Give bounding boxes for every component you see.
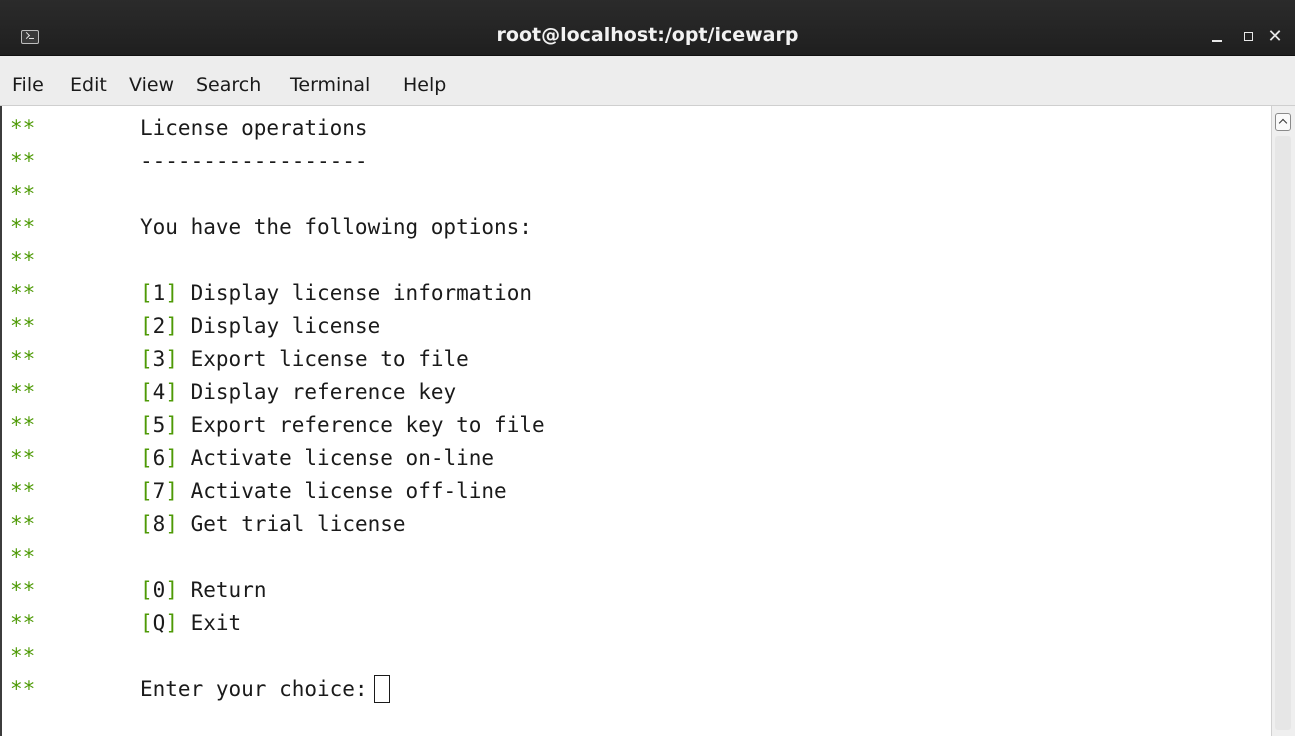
scroll-up-icon[interactable] [1275, 113, 1291, 131]
maximize-icon [1244, 32, 1253, 41]
menu-option: [2] Display license [140, 310, 380, 343]
bracket-close: ] [165, 347, 178, 371]
line-prefix: ** [10, 611, 36, 635]
option-label: Return [190, 578, 267, 602]
terminal-text: You have the following options: [140, 211, 532, 244]
option-key: 5 [152, 413, 166, 437]
terminal-text: License operations [140, 112, 368, 145]
line-text: License operations [140, 116, 368, 140]
line-prefix: ** [10, 413, 36, 437]
bracket-open: [ [140, 413, 153, 437]
text-cursor[interactable] [373, 675, 390, 703]
minimize-button[interactable] [1206, 26, 1228, 48]
line-prefix: ** [10, 644, 36, 668]
bracket-close: ] [165, 578, 178, 602]
menu-option: [1] Display license information [140, 277, 532, 310]
line-text: You have the following options: [140, 215, 532, 239]
bracket-close: ] [165, 479, 178, 503]
bracket-close: ] [165, 380, 178, 404]
option-key: 3 [152, 347, 166, 371]
line-prefix: ** [10, 578, 36, 602]
terminal-text: ------------------ [140, 145, 368, 178]
bracket-close: ] [165, 281, 178, 305]
option-label: Export license to file [190, 347, 469, 371]
menu-edit[interactable]: Edit [70, 72, 107, 98]
bracket-close: ] [165, 512, 178, 536]
option-key: Q [152, 611, 166, 635]
option-label: Get trial license [190, 512, 406, 536]
line-prefix: ** [10, 380, 36, 404]
menu-option: [4] Display reference key [140, 376, 456, 409]
scroll-track[interactable] [1275, 136, 1291, 730]
line-prefix: ** [10, 347, 36, 371]
menu-option: [0] Return [140, 574, 266, 607]
prompt-text: Enter your choice: [140, 673, 390, 706]
option-label: Activate license off-line [190, 479, 507, 503]
line-prefix: ** [10, 248, 36, 272]
terminal-window: root@localhost:/opt/icewarp ✕ File Edit … [0, 0, 1295, 736]
vertical-scrollbar[interactable] [1271, 106, 1295, 736]
menu-option: [5] Export reference key to file [140, 409, 545, 442]
terminal-output[interactable]: ** License operations ** ------------------… [0, 106, 1271, 736]
option-label: Activate license on-line [190, 446, 495, 470]
maximize-button[interactable] [1238, 26, 1260, 48]
bracket-open: [ [140, 380, 153, 404]
bracket-open: [ [140, 314, 153, 338]
bracket-close: ] [165, 314, 178, 338]
bracket-open: [ [140, 446, 153, 470]
line-prefix: ** [10, 182, 36, 206]
option-key: 1 [152, 281, 166, 305]
bracket-open: [ [140, 512, 153, 536]
option-label: Display license [190, 314, 381, 338]
menu-option: [Q] Exit [140, 607, 241, 640]
bracket-open: [ [140, 578, 153, 602]
line-prefix: ** [10, 446, 36, 470]
line-prefix: ** [10, 512, 36, 536]
bracket-close: ] [165, 611, 178, 635]
bracket-open: [ [140, 611, 153, 635]
line-prefix: ** [10, 116, 36, 140]
line-prefix: ** [10, 479, 36, 503]
menu-search[interactable]: Search [196, 72, 261, 98]
option-key: 8 [152, 512, 166, 536]
line-prefix: ** [10, 281, 36, 305]
option-key: 2 [152, 314, 166, 338]
line-prefix: ** [10, 677, 36, 701]
bracket-open: [ [140, 347, 153, 371]
line-prefix: ** [10, 215, 36, 239]
bracket-close: ] [165, 446, 178, 470]
close-button[interactable]: ✕ [1264, 26, 1286, 48]
option-key: 0 [152, 578, 166, 602]
menu-view[interactable]: View [129, 72, 174, 98]
menu-help[interactable]: Help [403, 72, 446, 98]
line-text: ------------------ [140, 149, 368, 173]
option-key: 6 [152, 446, 166, 470]
menu-option: [8] Get trial license [140, 508, 406, 541]
prompt-label: Enter your choice: [140, 677, 368, 701]
minimize-icon [1212, 40, 1222, 42]
menu-terminal[interactable]: Terminal [290, 72, 370, 98]
option-label: Display reference key [190, 380, 457, 404]
menu-file[interactable]: File [12, 72, 44, 98]
option-label: Exit [190, 611, 242, 635]
menu-option: [3] Export license to file [140, 343, 469, 376]
bracket-open: [ [140, 281, 153, 305]
option-key: 4 [152, 380, 166, 404]
option-label: Export reference key to file [190, 413, 545, 437]
window-title: root@localhost:/opt/icewarp [496, 24, 799, 46]
bracket-close: ] [165, 413, 178, 437]
line-prefix: ** [10, 149, 36, 173]
close-icon: ✕ [1267, 26, 1283, 47]
option-label: Display license information [190, 281, 532, 305]
menu-bar: File Edit View Search Terminal Help [0, 56, 1295, 106]
menu-option: [6] Activate license on-line [140, 442, 494, 475]
bracket-open: [ [140, 479, 153, 503]
menu-option: [7] Activate license off-line [140, 475, 507, 508]
option-key: 7 [152, 479, 166, 503]
line-prefix: ** [10, 314, 36, 338]
line-prefix: ** [10, 545, 36, 569]
title-bar[interactable]: root@localhost:/opt/icewarp ✕ [0, 0, 1295, 56]
